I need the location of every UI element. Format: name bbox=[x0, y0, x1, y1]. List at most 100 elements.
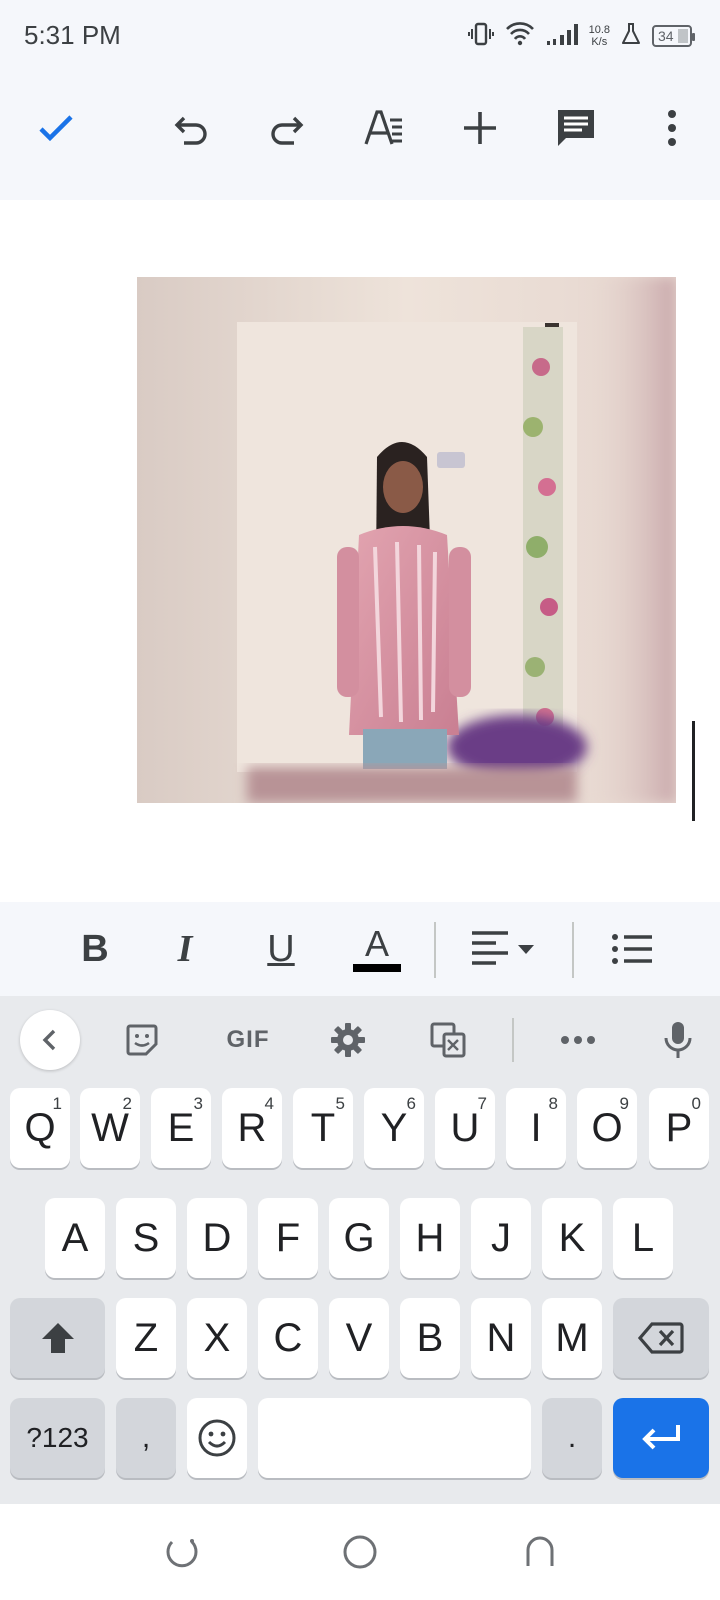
backspace-icon bbox=[638, 1322, 684, 1354]
more-tools-button[interactable] bbox=[548, 1010, 608, 1070]
gif-button[interactable]: GIF bbox=[212, 1010, 284, 1070]
more-vert-icon bbox=[668, 110, 676, 146]
key-e[interactable]: E3 bbox=[151, 1088, 211, 1168]
symbols-key[interactable]: ?123 bbox=[10, 1398, 105, 1478]
status-time: 5:31 PM bbox=[24, 20, 121, 50]
done-button[interactable] bbox=[24, 96, 88, 160]
key-j[interactable]: J bbox=[471, 1198, 531, 1278]
key-f[interactable]: F bbox=[258, 1198, 318, 1278]
key-w[interactable]: W2 bbox=[80, 1088, 140, 1168]
emoji-icon bbox=[198, 1419, 236, 1457]
sticker-button[interactable] bbox=[112, 1010, 172, 1070]
emoji-key[interactable] bbox=[187, 1398, 247, 1478]
underline-button[interactable]: U bbox=[256, 918, 306, 980]
back-icon bbox=[526, 1536, 554, 1566]
period-key[interactable]: . bbox=[542, 1398, 602, 1478]
battery-level: 34 bbox=[658, 28, 674, 44]
signal-icon bbox=[545, 21, 579, 52]
text-format-button[interactable] bbox=[352, 96, 416, 160]
keyboard-toolbar-divider bbox=[512, 1018, 514, 1062]
document-photo[interactable] bbox=[137, 277, 676, 803]
check-icon bbox=[39, 115, 73, 142]
key-r[interactable]: R4 bbox=[222, 1088, 282, 1168]
text-color-button[interactable]: A bbox=[352, 918, 402, 980]
network-speed: 10.8 K/s bbox=[589, 24, 610, 48]
undo-icon bbox=[174, 116, 207, 145]
home-circle-icon bbox=[343, 1535, 377, 1569]
plus-icon bbox=[464, 112, 496, 144]
editor-toolbar bbox=[0, 72, 720, 200]
key-t[interactable]: T5 bbox=[293, 1088, 353, 1168]
translate-button[interactable] bbox=[418, 1010, 478, 1070]
network-speed-unit: K/s bbox=[591, 36, 608, 48]
text-color-swatch bbox=[353, 964, 401, 972]
align-left-icon bbox=[472, 931, 534, 965]
key-o[interactable]: O9 bbox=[577, 1088, 637, 1168]
list-button[interactable] bbox=[604, 918, 660, 980]
format-divider bbox=[434, 922, 436, 978]
shift-key[interactable] bbox=[10, 1298, 105, 1378]
key-i[interactable]: I8 bbox=[506, 1088, 566, 1168]
key-s[interactable]: S bbox=[116, 1198, 176, 1278]
network-speed-value: 10.8 bbox=[588, 24, 610, 36]
key-y[interactable]: Y6 bbox=[364, 1088, 424, 1168]
key-n[interactable]: N bbox=[471, 1298, 531, 1378]
translate-icon bbox=[430, 1022, 466, 1058]
recents-icon bbox=[166, 1539, 198, 1568]
gear-icon bbox=[331, 1023, 365, 1057]
space-key[interactable] bbox=[258, 1398, 531, 1478]
settings-button[interactable] bbox=[318, 1010, 378, 1070]
redo-button[interactable] bbox=[254, 96, 318, 160]
bulleted-list-icon bbox=[612, 934, 652, 964]
key-m[interactable]: M bbox=[542, 1298, 602, 1378]
undo-button[interactable] bbox=[160, 96, 224, 160]
key-b[interactable]: B bbox=[400, 1298, 460, 1378]
vibrate-icon bbox=[467, 20, 495, 53]
backspace-key[interactable] bbox=[613, 1298, 709, 1378]
key-l[interactable]: L bbox=[613, 1198, 673, 1278]
battery-icon: 34 bbox=[652, 25, 695, 47]
key-c[interactable]: C bbox=[258, 1298, 318, 1378]
key-a[interactable]: A bbox=[45, 1198, 105, 1278]
format-bar: B I U A bbox=[0, 902, 720, 996]
key-u[interactable]: U7 bbox=[435, 1088, 495, 1168]
key-v[interactable]: V bbox=[329, 1298, 389, 1378]
sticker-icon bbox=[126, 1024, 158, 1056]
enter-key[interactable] bbox=[613, 1398, 709, 1478]
comment-icon bbox=[558, 110, 594, 146]
on-screen-keyboard: GIF Q1 W2 E3 R4 T5 Y6 U7 I8 O9 P0 A S D … bbox=[0, 996, 720, 1504]
recents-button[interactable] bbox=[156, 1528, 204, 1576]
text-color-label: A bbox=[364, 923, 389, 964]
italic-button[interactable]: I bbox=[160, 918, 210, 980]
enter-icon bbox=[642, 1425, 680, 1450]
key-g[interactable]: G bbox=[329, 1198, 389, 1278]
redo-icon bbox=[271, 116, 304, 145]
key-h[interactable]: H bbox=[400, 1198, 460, 1278]
key-d[interactable]: D bbox=[187, 1198, 247, 1278]
home-button[interactable] bbox=[336, 1528, 384, 1576]
status-icons: 10.8 K/s 34 bbox=[467, 18, 695, 54]
voice-input-button[interactable] bbox=[648, 1010, 708, 1070]
insert-button[interactable] bbox=[448, 96, 512, 160]
more-horiz-icon bbox=[561, 1036, 595, 1044]
status-bar: 5:31 PM 10.8 K/s 34 bbox=[0, 0, 720, 72]
comment-button[interactable] bbox=[544, 96, 608, 160]
microphone-icon bbox=[664, 1022, 692, 1058]
keyboard-back-button[interactable] bbox=[20, 1010, 80, 1070]
text-cursor bbox=[692, 721, 695, 821]
back-button[interactable] bbox=[516, 1528, 564, 1576]
chevron-left-icon bbox=[42, 1029, 56, 1051]
bold-button[interactable]: B bbox=[70, 918, 120, 980]
key-q[interactable]: Q1 bbox=[10, 1088, 70, 1168]
align-dropdown[interactable] bbox=[468, 918, 540, 980]
key-z[interactable]: Z bbox=[116, 1298, 176, 1378]
key-x[interactable]: X bbox=[187, 1298, 247, 1378]
system-navigation-bar bbox=[0, 1504, 720, 1600]
key-k[interactable]: K bbox=[542, 1198, 602, 1278]
document-canvas[interactable] bbox=[0, 200, 720, 902]
format-divider bbox=[572, 922, 574, 978]
key-p[interactable]: P0 bbox=[649, 1088, 709, 1168]
more-options-button[interactable] bbox=[640, 96, 704, 160]
text-format-icon bbox=[364, 110, 402, 145]
comma-key[interactable]: , bbox=[116, 1398, 176, 1478]
